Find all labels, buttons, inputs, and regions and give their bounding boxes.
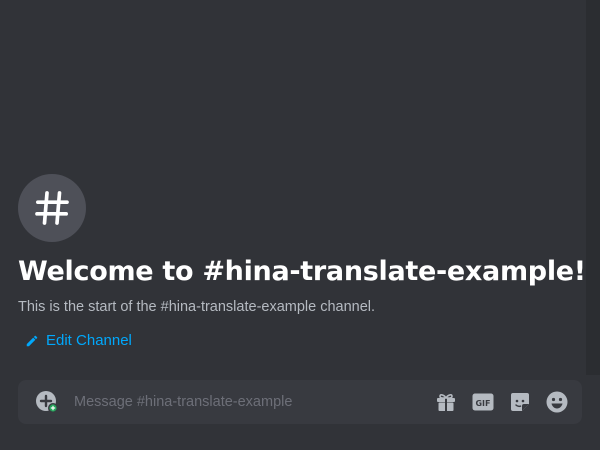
pencil-icon — [26, 335, 38, 346]
scrollbar-track[interactable] — [586, 0, 600, 375]
welcome-subtitle: This is the start of the #hina-translate… — [18, 299, 376, 315]
edit-channel-label: Edit Channel — [46, 332, 132, 349]
gif-button[interactable]: GIF — [471, 390, 495, 414]
edit-channel-link[interactable]: Edit Channel — [25, 332, 132, 349]
gift-icon — [437, 394, 455, 411]
emoji-button[interactable] — [545, 390, 569, 414]
channel-welcome: Welcome to #hina-translate-example! This… — [18, 174, 588, 353]
composer-tools: GIF — [434, 390, 569, 414]
hashtag-icon — [35, 191, 69, 225]
message-input[interactable] — [74, 380, 434, 424]
welcome-title: Welcome to #hina-translate-example! — [18, 256, 586, 287]
sticker-icon — [511, 393, 529, 411]
sticker-button[interactable] — [508, 390, 532, 414]
plus-circle-icon — [36, 391, 58, 413]
channel-avatar — [18, 174, 86, 242]
svg-text:GIF: GIF — [475, 399, 490, 408]
attach-button[interactable] — [35, 390, 59, 414]
gift-button[interactable] — [434, 390, 458, 414]
gif-icon: GIF — [472, 393, 494, 411]
emoji-icon — [546, 391, 568, 413]
message-composer: GIF — [18, 380, 582, 424]
